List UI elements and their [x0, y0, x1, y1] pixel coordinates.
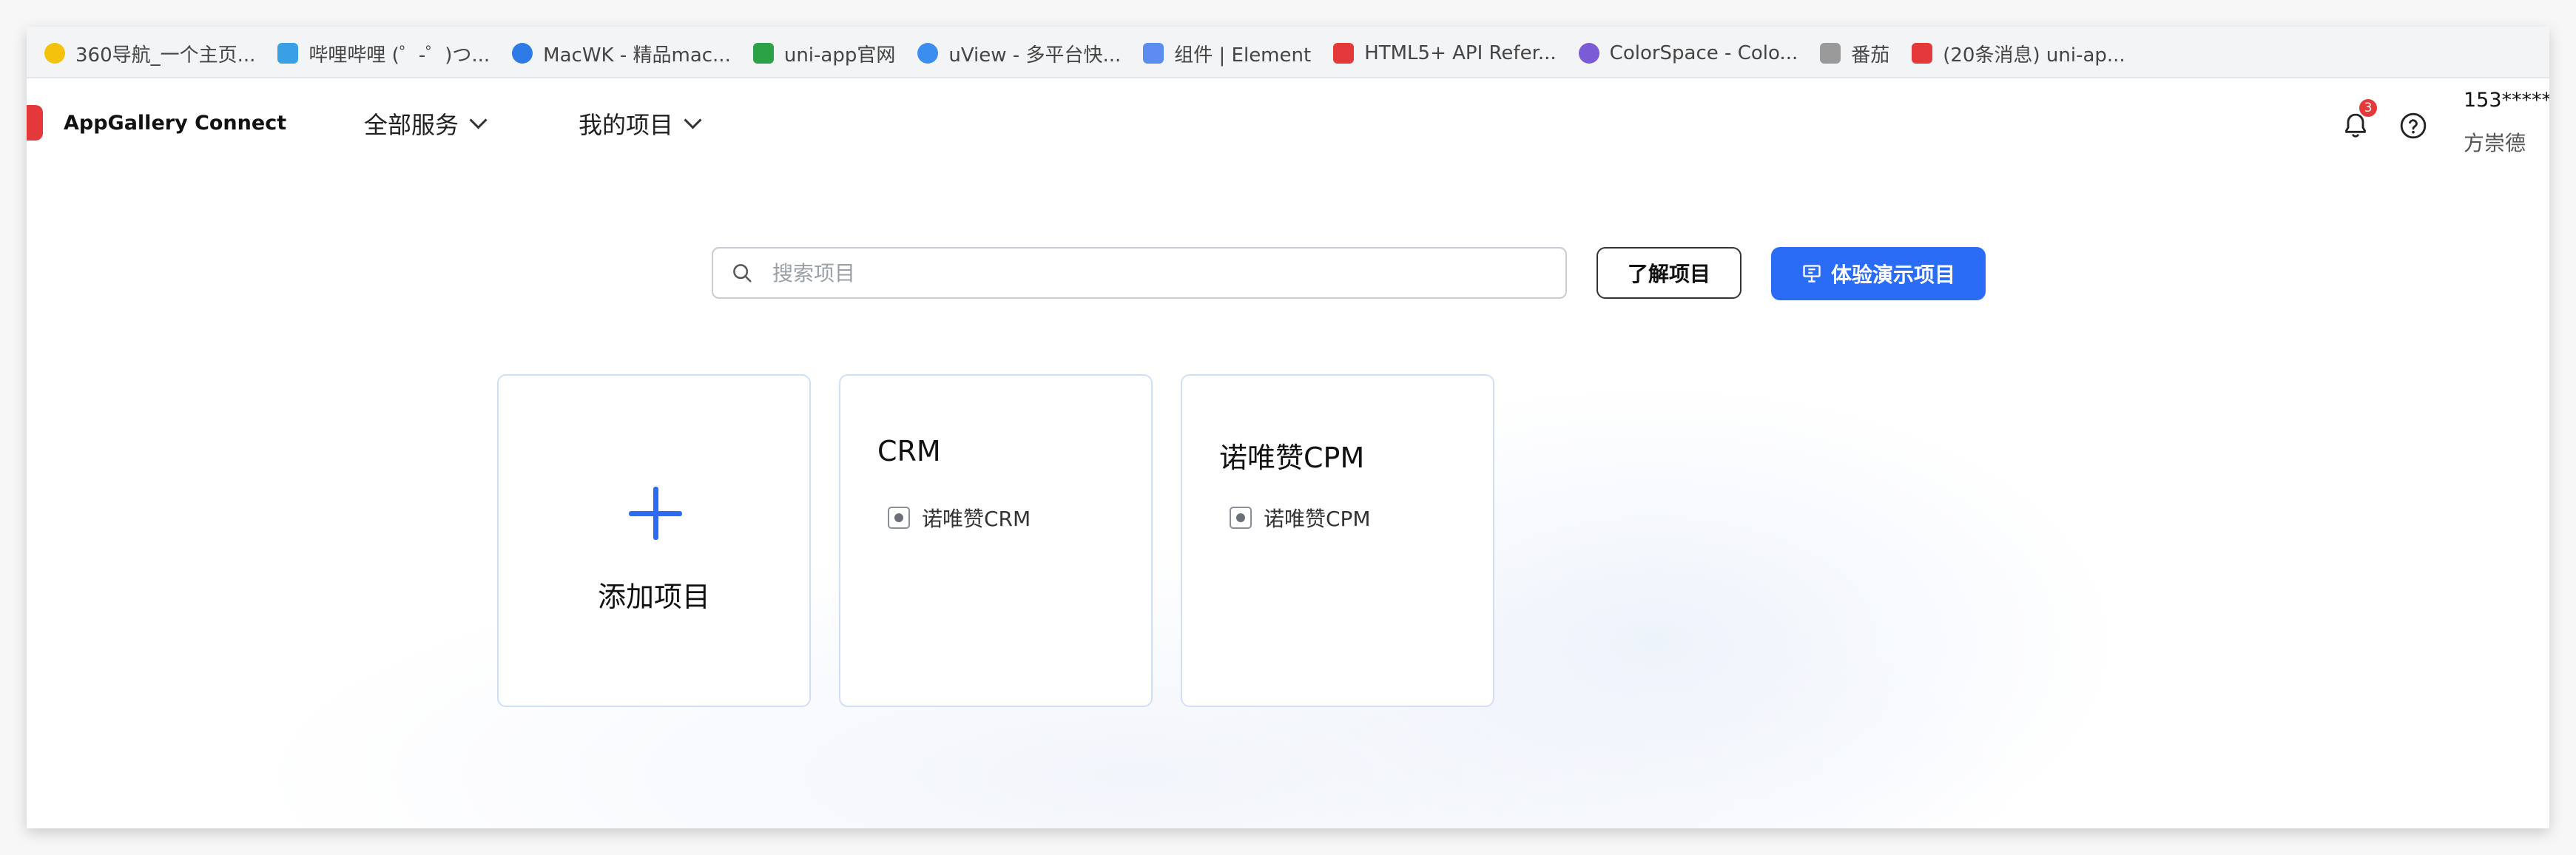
- bookmark-label: (20条消息) uni-ap...: [1943, 44, 2125, 67]
- brand-logo[interactable]: AppGallery Connect: [27, 105, 286, 141]
- bookmark-favicon: [1578, 43, 1599, 64]
- screen-frame: 360导航_一个主页... 哔哩哔哩 (゜-゜)つ... MacWK - 精品m…: [0, 0, 2576, 855]
- nav-label: 全部服务: [364, 111, 459, 139]
- android-app-icon: [1230, 507, 1252, 529]
- add-project-label: 添加项目: [597, 581, 710, 613]
- bookmark-favicon: [1912, 43, 1933, 64]
- bookmarks-bar: 360导航_一个主页... 哔哩哔哩 (゜-゜)つ... MacWK - 精品m…: [27, 27, 2549, 78]
- appgallery-logo-icon: [27, 105, 43, 141]
- search-input[interactable]: [771, 260, 1514, 286]
- bookmark-favicon: [44, 43, 65, 64]
- bookmark-label: 组件 | Element: [1174, 44, 1312, 67]
- demo-button-label: 体验演示项目: [1830, 263, 1955, 287]
- bookmark-360[interactable]: 360导航_一个主页...: [44, 37, 255, 70]
- search-box[interactable]: [712, 247, 1567, 299]
- app-header: AppGallery Connect 全部服务 我的项目 3 153*****: [27, 78, 2549, 170]
- add-project-card[interactable]: 添加项目: [497, 374, 811, 707]
- help-icon[interactable]: [2398, 111, 2428, 141]
- bookmark-csdn[interactable]: (20条消息) uni-ap...: [1912, 37, 2125, 70]
- bookmark-uview[interactable]: uView - 多平台快...: [917, 37, 1121, 70]
- bookmark-html5[interactable]: HTML5+ API Refer...: [1333, 37, 1557, 70]
- app-name: 诺唯赞CPM: [1264, 507, 1371, 531]
- bookmark-favicon: [277, 43, 299, 64]
- user-account[interactable]: 153*****: [2464, 89, 2549, 112]
- bookmark-label: uni-app官网: [783, 44, 896, 67]
- bookmark-favicon: [917, 43, 939, 64]
- bookmark-folder[interactable]: 番茄: [1820, 37, 1889, 70]
- project-title: CRM: [877, 435, 941, 467]
- browser-window: 360导航_一个主页... 哔哩哔哩 (゜-゜)つ... MacWK - 精品m…: [27, 27, 2549, 828]
- user-name[interactable]: 方崇德: [2464, 127, 2526, 157]
- project-card-crm[interactable]: CRM 诺唯赞CRM: [839, 374, 1153, 707]
- bookmark-label: HTML5+ API Refer...: [1364, 42, 1557, 64]
- chevron-down-icon: [469, 110, 488, 129]
- brand-name: AppGallery Connect: [64, 111, 287, 135]
- main-content: 了解项目 体验演示项目 添加项目 CRM: [27, 169, 2549, 828]
- bookmark-colorspace[interactable]: ColorSpace - Colo...: [1578, 37, 1798, 70]
- bookmark-label: 360导航_一个主页...: [75, 44, 256, 67]
- bookmark-uniapp[interactable]: uni-app官网: [752, 37, 896, 70]
- android-app-icon: [888, 507, 910, 529]
- project-card-cpm[interactable]: 诺唯赞CPM 诺唯赞CPM: [1181, 374, 1494, 707]
- presentation-icon: [1803, 265, 1821, 283]
- project-app-item[interactable]: 诺唯赞CPM: [1230, 503, 1371, 533]
- nav-my-projects[interactable]: 我的项目: [579, 107, 702, 141]
- bookmark-label: 哔哩哔哩 (゜-゜)つ...: [308, 44, 490, 67]
- bookmark-label: MacWK - 精品mac...: [543, 44, 731, 67]
- bookmark-macwk[interactable]: MacWK - 精品mac...: [512, 37, 731, 70]
- bookmark-favicon: [512, 43, 533, 64]
- bookmark-bilibili[interactable]: 哔哩哔哩 (゜-゜)つ...: [277, 37, 490, 70]
- project-app-item[interactable]: 诺唯赞CRM: [888, 503, 1031, 533]
- folder-icon: [1820, 43, 1841, 64]
- learn-projects-button[interactable]: 了解项目: [1596, 247, 1742, 299]
- bookmark-label: ColorSpace - Colo...: [1609, 42, 1798, 64]
- project-title: 诺唯赞CPM: [1219, 442, 1365, 474]
- bookmark-element[interactable]: 组件 | Element: [1143, 37, 1311, 70]
- bookmark-label: 番茄: [1851, 44, 1890, 67]
- bookmark-label: uView - 多平台快...: [948, 44, 1122, 67]
- plus-icon: [629, 487, 682, 540]
- nav-label: 我的项目: [579, 111, 674, 139]
- bookmark-favicon: [1143, 43, 1164, 64]
- demo-project-button[interactable]: 体验演示项目: [1771, 247, 1986, 300]
- chevron-down-icon: [684, 110, 702, 129]
- nav-all-services[interactable]: 全部服务: [364, 107, 488, 141]
- app-name: 诺唯赞CRM: [922, 507, 1031, 531]
- bookmark-favicon: [752, 43, 774, 64]
- search-icon: [733, 264, 752, 283]
- notification-badge: 3: [2359, 99, 2377, 117]
- bookmark-favicon: [1333, 43, 1355, 64]
